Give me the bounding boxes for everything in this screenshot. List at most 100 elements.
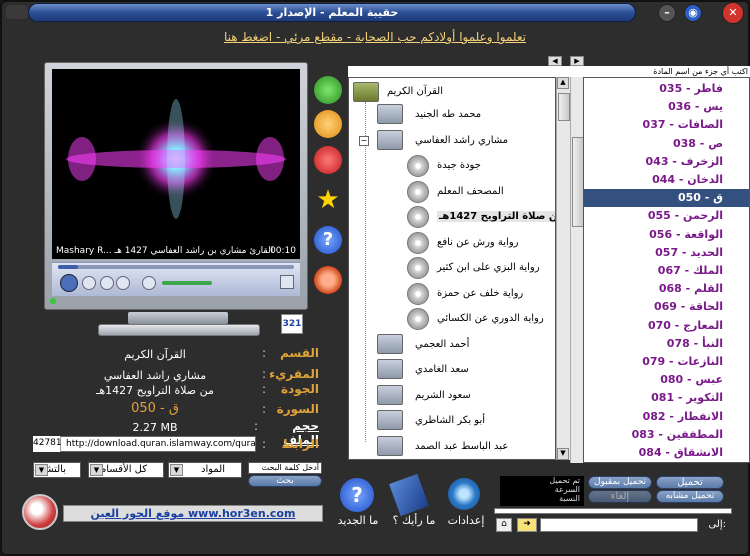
tree-item-label[interactable]: عبد الباسط عبد الصمد [415,441,508,452]
tree-scroll-thumb[interactable] [558,93,570,121]
disc-icon [407,257,429,279]
previous-icon[interactable] [100,276,114,290]
help-icon[interactable]: ? [314,226,342,254]
sura-list[interactable]: 035 - فاطر 036 - يس 037 - الصافات 038 - ص 04… [583,77,750,463]
tree-item-label[interactable]: رواية البزي على ابن كثير [437,262,540,273]
tree-item-label[interactable]: المصحف المعلم [437,186,504,197]
sura-list-item[interactable]: 082 - الانفطار [584,408,723,426]
disc-icon [407,206,429,228]
sura-list-item[interactable]: 078 - النبأ [584,335,723,353]
scroll-down-icon[interactable]: ▼ [557,448,569,460]
settings-label[interactable]: إعدادات [440,514,492,527]
scroll-left-icon[interactable]: ◀ [548,56,562,66]
url-label: الرابط [281,437,319,451]
download-similar-button[interactable]: تحميل مشابه [656,490,724,503]
tree-item-label[interactable]: سعد الغامدي [415,364,469,375]
tree-item-label[interactable]: رواية الدوري عن الكسائي [437,313,544,324]
tree-item-label[interactable]: أحمد العجمي [415,339,469,350]
tree-item-label[interactable]: من صلاة التراويح 1427هـ [437,211,555,222]
lifebuoy-icon[interactable] [314,266,342,294]
video-screen[interactable] [52,69,300,259]
sura-list-item[interactable]: 070 - المعارج [584,317,723,335]
tree-item-label[interactable]: سعود الشريم [415,390,471,401]
sura-list-item[interactable]: 036 - يس [584,98,723,116]
folder-icon [377,359,403,379]
disc-icon [407,308,429,330]
refresh-icon[interactable] [314,76,342,104]
promo-link[interactable]: تعلموا وعلموا أولادكم حب الصحابة - مقطع … [0,30,750,44]
tree-item-label[interactable]: رواية ورش عن نافع [437,237,519,248]
collapse-icon[interactable]: − [359,135,369,146]
sura-list-item[interactable]: 035 - فاطر [584,80,723,98]
site-link[interactable]: موقع الحور العين www.hor3en.com [63,505,323,522]
minimize-icon[interactable]: – [658,4,676,22]
sura-list-item[interactable]: 057 - الحديد [584,244,723,262]
sura-scrollbar[interactable] [570,77,584,463]
settings-gear-icon[interactable] [448,478,480,510]
site-logo-icon[interactable] [22,494,58,530]
status-percent: النسبة [559,494,580,503]
restore-icon[interactable]: ◉ [684,4,702,22]
disc-icon [407,155,429,177]
close-icon[interactable]: ✕ [722,2,744,24]
sura-list-item[interactable]: 080 - عبس [584,371,723,389]
sura-list-item[interactable]: 044 - الدخان [584,171,723,189]
url-field[interactable]: http://download.quran.islamway.com/quran… [33,436,256,452]
sura-list-item[interactable]: 081 - التكوير [584,389,723,407]
search-button[interactable]: بحث [248,475,322,487]
visualization-graphic [66,99,286,219]
sura-list-item[interactable]: 069 - الحاقة [584,298,723,316]
seek-bar[interactable] [58,265,294,269]
seek-progress [58,265,78,269]
cancel-button[interactable]: إلغاء [588,490,652,503]
disc-icon [407,180,429,203]
tree-item-label[interactable]: أبو بكر الشاطري [415,415,485,426]
whats-new-icon[interactable]: ? [340,478,374,512]
opinion-label[interactable]: ما رأيك ؟ [386,514,442,527]
sura-list-item[interactable]: 055 - الرحمن [584,207,723,225]
reciter-value: مشاري راشد العفاسي [103,369,207,382]
sura-list-item[interactable]: 056 - الواقعة [584,226,723,244]
add-favorite-icon[interactable] [314,146,342,174]
tree-scrollbar[interactable]: ▲ ▼ [556,77,570,460]
category-tree[interactable]: القرآن الكريم محمد طه الجنيد − مشاري راشد … [348,77,556,460]
tree-item-label[interactable]: مشاري راشد العفاسي [415,135,508,146]
sura-list-item[interactable]: 050 - ق [584,189,749,208]
sura-list-item[interactable]: 079 - النازعات [584,353,723,371]
mute-icon[interactable] [142,276,156,290]
pause-icon[interactable] [60,274,78,292]
open-folder-icon[interactable]: ➜ [517,518,537,532]
download-button[interactable]: تحميل [656,476,724,489]
scroll-up-icon[interactable]: ▲ [557,77,569,89]
tree-item-label[interactable]: رواية خلف عن حمزة [437,288,523,299]
download-from-button[interactable]: تحميل بمقبول [588,476,652,489]
stop-icon[interactable] [82,276,96,290]
sura-list-item[interactable]: 038 - ص [584,135,723,153]
sura-list-item[interactable]: 067 - الملك [584,262,723,280]
save-path-input[interactable] [540,518,698,532]
sura-list-item[interactable]: 037 - الصافات [584,116,723,134]
sura-list-item[interactable]: 043 - الزخرف [584,153,723,171]
sura-list-item[interactable]: 084 - الانشقاق [584,444,723,462]
category-select[interactable]: ▼ كل الأقسام [88,462,164,478]
redo-icon[interactable] [314,110,342,138]
volume-slider[interactable] [162,281,212,285]
star-icon[interactable]: ★ [314,186,342,214]
material-select[interactable]: ▼ المواد [168,462,242,478]
next-icon[interactable] [116,276,130,290]
sura-list-item[interactable]: 083 - المطففين [584,426,723,444]
tree-guide-line [365,102,366,442]
search-input[interactable]: أدخل كلمة البحث [248,462,322,474]
tree-header-bar [348,66,570,77]
tree-item-label[interactable]: جودة جيدة [437,160,481,171]
clapper-icon[interactable]: 321 [281,314,303,334]
fullscreen-icon[interactable] [280,275,294,289]
home-icon[interactable]: ⌂ [496,518,512,532]
sura-filter-input[interactable]: اكتب أي جزء من اسم المادة [570,66,750,77]
match-select[interactable]: ▼ بالتشابه [33,462,81,478]
tree-item-label[interactable]: محمد طه الجنيد [415,109,481,120]
sura-list-item[interactable]: 068 - القلم [584,280,723,298]
scroll-right-icon[interactable]: ▶ [570,56,584,66]
whats-new-label[interactable]: ما الجديد [330,514,386,527]
tree-root-label[interactable]: القرآن الكريم [387,86,443,97]
